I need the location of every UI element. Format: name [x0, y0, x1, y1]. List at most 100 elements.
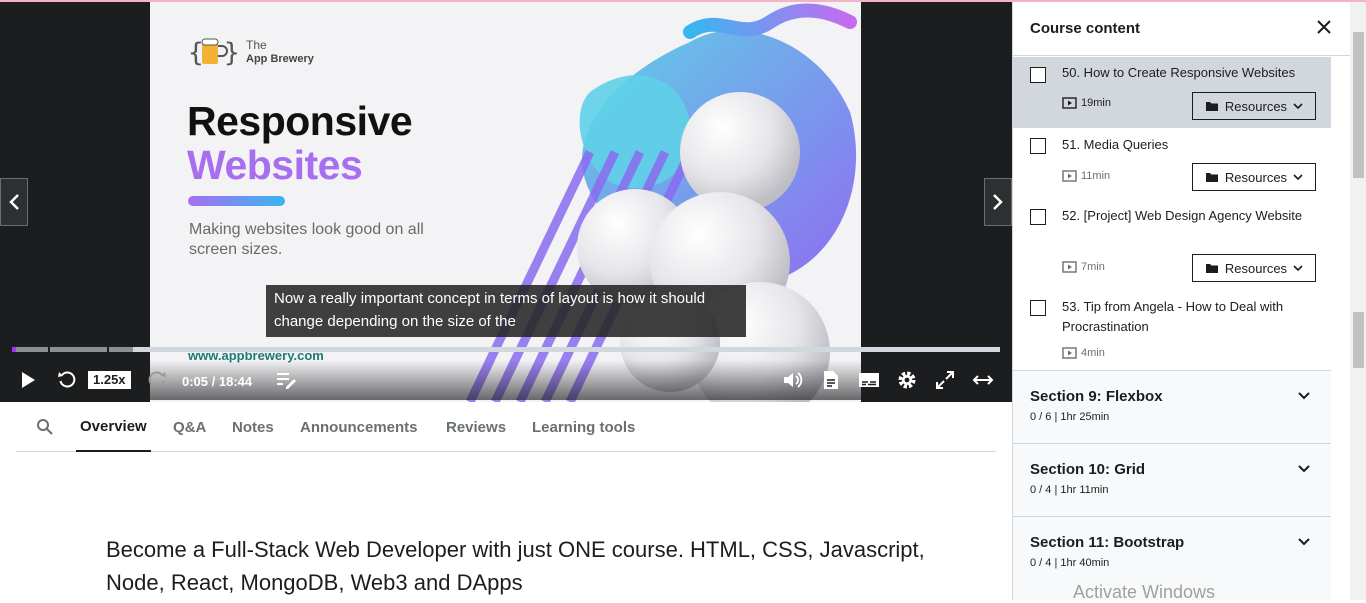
next-lecture-button[interactable]: [984, 178, 1012, 226]
logo-line1: The: [246, 37, 267, 52]
resources-button[interactable]: Resources: [1192, 254, 1316, 282]
chevron-down-icon: [1298, 392, 1310, 400]
video-play-icon: [1062, 97, 1077, 109]
video-play-icon: [1062, 170, 1077, 182]
logo-line2: App Brewery: [246, 52, 314, 65]
lecture-title: 53. Tip from Angela - How to Deal with P…: [1062, 299, 1284, 334]
resources-button[interactable]: Resources: [1192, 163, 1316, 191]
lecture-title: 52. [Project] Web Design Agency Website: [1062, 208, 1303, 223]
lecture-duration: 4min: [1062, 347, 1105, 359]
fullscreen-button[interactable]: [933, 368, 957, 392]
chevron-down-icon: [1298, 538, 1310, 546]
chevron-down-icon: [1293, 174, 1303, 181]
chevron-right-icon: [993, 194, 1003, 210]
lecture-duration: 19min: [1062, 97, 1111, 109]
tab-announcements[interactable]: Announcements: [300, 402, 418, 452]
chapter-marker: [107, 347, 109, 352]
progress-buffered: [12, 347, 133, 352]
resources-label: Resources: [1224, 98, 1288, 114]
lecture-duration-text: 19min: [1081, 97, 1111, 109]
search-button[interactable]: [36, 402, 54, 452]
section-title: Section 9: Flexbox: [1030, 388, 1163, 405]
gear-icon: [898, 371, 916, 389]
section-meta: 0 / 6 | 1hr 25min: [1030, 411, 1110, 423]
tab-overview[interactable]: Overview: [76, 402, 151, 452]
tab-qa[interactable]: Q&A: [173, 402, 206, 452]
slide-decor-bar: [188, 196, 285, 206]
section-grid[interactable]: Section 10: Grid 0 / 4 | 1hr 11min: [1013, 443, 1331, 516]
folder-icon: [1205, 264, 1218, 273]
forward-icon: [148, 371, 166, 388]
lecture-duration-text: 11min: [1081, 170, 1111, 182]
video-play-icon: [1062, 261, 1077, 273]
lecture-tabs: Overview Q&A Notes Announcements Reviews…: [16, 402, 996, 452]
folder-icon: [1205, 173, 1218, 182]
close-sidebar-button[interactable]: [1315, 18, 1333, 36]
lecture-complete-checkbox[interactable]: [1030, 209, 1046, 225]
lecture-duration-text: 4min: [1081, 347, 1105, 359]
captions-button[interactable]: [857, 368, 881, 392]
lecture-item[interactable]: 50. How to Create Responsive Websites 19…: [1013, 57, 1331, 128]
video-controls: 1.25x 0:05 / 18:44: [0, 360, 1012, 400]
resources-button[interactable]: Resources: [1192, 92, 1316, 120]
section-title: Section 10: Grid: [1030, 461, 1146, 478]
lecture-duration: 11min: [1062, 170, 1110, 182]
playback-speed-button[interactable]: 1.25x: [88, 371, 131, 389]
lecture-item[interactable]: 52. [Project] Web Design Agency Website …: [1013, 199, 1331, 290]
fullscreen-icon: [936, 371, 954, 389]
beer-mug-logo-icon: { }: [188, 32, 240, 72]
svg-text:{: {: [188, 38, 204, 68]
lecture-duration-text: 7min: [1081, 261, 1105, 273]
lecture-title: 50. How to Create Responsive Websites: [1062, 65, 1296, 80]
lecture-duration: 7min: [1062, 261, 1105, 273]
chapter-marker: [48, 347, 50, 352]
forward-5s-button[interactable]: [145, 368, 169, 392]
app-brewery-logo: { } The App Brewery: [188, 32, 314, 72]
slide-title-line2: Websites: [187, 142, 363, 188]
video-play-icon: [1062, 347, 1077, 359]
rewind-5s-button[interactable]: [55, 368, 79, 392]
svg-text:}: }: [224, 38, 240, 68]
video-progress-bar[interactable]: [12, 347, 1000, 352]
slide-subtitle: Making websites look good on all screen …: [189, 221, 424, 258]
play-button[interactable]: [16, 368, 40, 392]
resources-label: Resources: [1224, 260, 1288, 276]
volume-icon: [784, 372, 803, 388]
section-meta: 0 / 4 | 1hr 11min: [1030, 484, 1109, 496]
tab-reviews[interactable]: Reviews: [446, 402, 506, 452]
lecture-item[interactable]: 53. Tip from Angela - How to Deal with P…: [1013, 290, 1331, 370]
slide-title-line1: Responsive: [187, 98, 413, 144]
captions-icon: [859, 373, 879, 387]
expand-view-button[interactable]: [971, 368, 995, 392]
transcript-icon: [824, 371, 838, 389]
rewind-icon: [58, 371, 76, 388]
chevron-down-icon: [1293, 103, 1303, 110]
sidebar-title: Course content: [1030, 20, 1141, 37]
lecture-complete-checkbox[interactable]: [1030, 138, 1046, 154]
section-flexbox[interactable]: Section 9: Flexbox 0 / 6 | 1hr 25min: [1013, 370, 1331, 443]
chevron-left-icon: [9, 194, 19, 210]
tab-learning-tools[interactable]: Learning tools: [532, 402, 635, 452]
lecture-complete-checkbox[interactable]: [1030, 300, 1046, 316]
volume-button[interactable]: [781, 368, 805, 392]
previous-lecture-button[interactable]: [0, 178, 28, 226]
chevron-down-icon: [1293, 265, 1303, 272]
slide-decoration: [465, 3, 857, 402]
resources-label: Resources: [1224, 169, 1288, 185]
progress-played: [12, 347, 17, 352]
video-player[interactable]: { } The App Brewery Responsive Websites …: [0, 2, 1012, 402]
lecture-complete-checkbox[interactable]: [1030, 67, 1046, 83]
section-meta: 0 / 4 | 1hr 40min: [1030, 557, 1110, 569]
settings-button[interactable]: [895, 368, 919, 392]
logo-text: The App Brewery: [246, 37, 314, 66]
transcript-button[interactable]: [819, 368, 843, 392]
add-note-button[interactable]: [274, 368, 298, 392]
lecture-item[interactable]: 51. Media Queries 11min Resources: [1013, 128, 1331, 199]
tab-notes[interactable]: Notes: [232, 402, 274, 452]
play-icon: [22, 372, 35, 388]
lecture-title: 51. Media Queries: [1062, 137, 1169, 152]
sidebar-scrollbar[interactable]: [1350, 2, 1366, 600]
page-scroll-thumb[interactable]: [1353, 32, 1364, 178]
folder-icon: [1205, 102, 1218, 111]
sidebar-scroll-thumb[interactable]: [1353, 312, 1364, 368]
